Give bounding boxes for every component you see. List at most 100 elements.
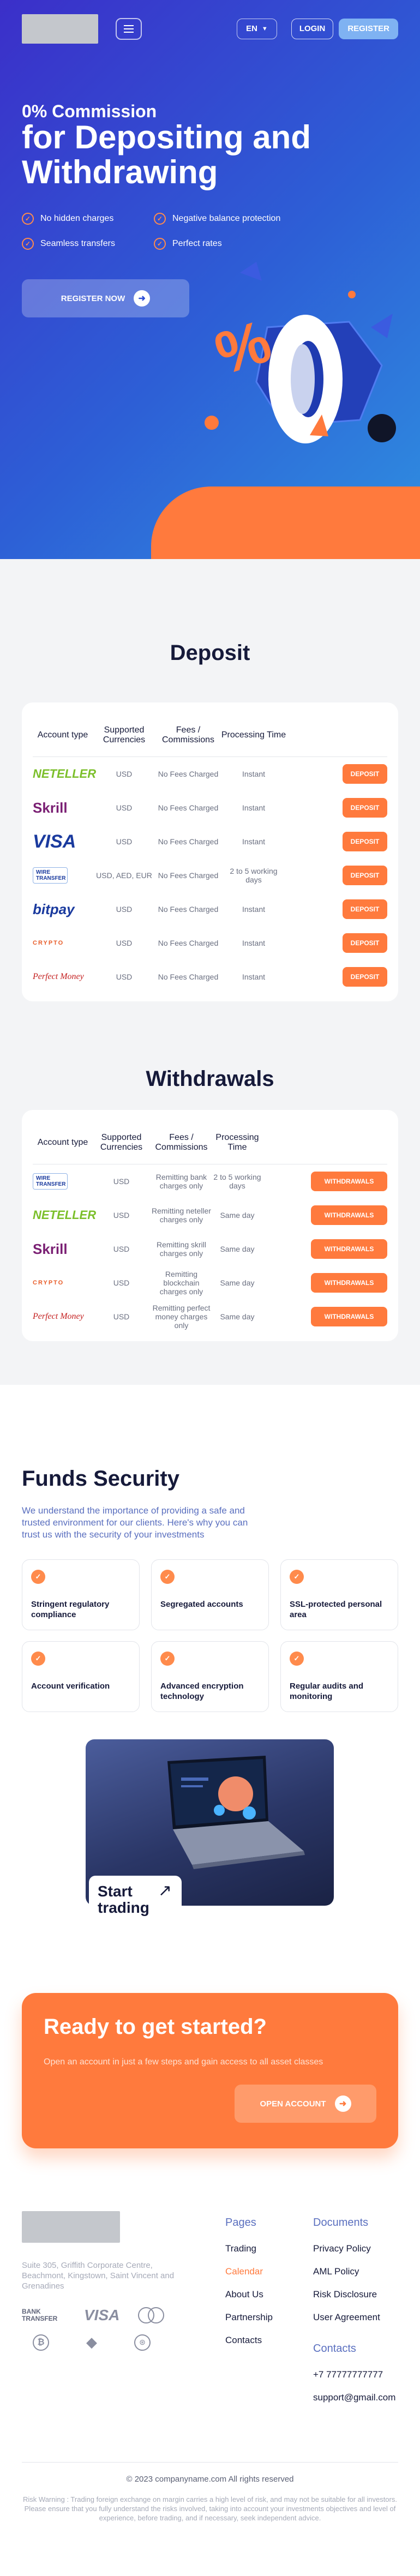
col-header: Supported Currencies [100, 1132, 143, 1152]
deposit-button[interactable]: DEPOSIT [343, 967, 387, 987]
footer-link-trading[interactable]: Trading [225, 2243, 273, 2254]
fee-cell: Remitting blockchain charges only [159, 1270, 203, 1296]
mastercard-logo [138, 2307, 165, 2323]
currency-cell: USD [113, 1211, 130, 1220]
footer-link-calendar[interactable]: Calendar [225, 2266, 273, 2277]
deposit-button[interactable]: DEPOSIT [343, 866, 387, 885]
check-icon: ✓ [154, 238, 166, 250]
security-card-label: SSL-protected personal area [290, 1600, 382, 1619]
top-navigation: EN ▼ LOGIN REGISTER [0, 0, 420, 57]
deposit-button[interactable]: DEPOSIT [343, 899, 387, 919]
currency-cell: USD [116, 939, 133, 947]
register-now-button[interactable]: REGISTER NOW ➜ [22, 279, 189, 317]
footer-link-agreement[interactable]: User Agreement [313, 2312, 395, 2323]
ready-banner: Ready to get started? Open an account in… [22, 1993, 398, 2148]
withdrawal-button[interactable]: WITHDRAWALS [311, 1239, 387, 1259]
table-header: Account type Supported Currencies Fees /… [33, 713, 387, 757]
register-button[interactable]: REGISTER [339, 18, 398, 39]
arrow-right-icon: ➜ [134, 290, 151, 307]
crypto-logo: CRYPTO [33, 940, 64, 946]
deposit-button[interactable]: DEPOSIT [343, 933, 387, 953]
withdrawal-button[interactable]: WITHDRAWALS [311, 1307, 387, 1326]
start-trading-card[interactable]: Start trading ↗ [89, 1876, 182, 1919]
time-cell: Same day [220, 1211, 255, 1220]
time-cell: 2 to 5 working days [213, 1173, 261, 1190]
table-row: NETELLER USD Remitting neteller charges on… [33, 1198, 387, 1232]
footer-link-risk[interactable]: Risk Disclosure [313, 2289, 395, 2300]
col-header: Account type [37, 1137, 88, 1147]
funds-security-section: Funds Security We understand the importa… [0, 1385, 420, 1993]
contacts-title: Contacts [313, 2343, 356, 2355]
feature-label: Seamless transfers [40, 239, 115, 248]
deposit-button[interactable]: DEPOSIT [343, 798, 387, 818]
security-card-label: Advanced encryption technology [160, 1682, 244, 1701]
security-card-label: Segregated accounts [160, 1600, 243, 1609]
security-description: We understand the importance of providin… [22, 1505, 248, 1540]
footer-logo[interactable] [22, 2211, 120, 2243]
currency-cell: USD [116, 770, 133, 778]
security-card: ✓ SSL-protected personal area [280, 1559, 398, 1630]
bitpay-logo: bitpay [33, 900, 75, 917]
col-header: Processing Time [221, 730, 286, 740]
currency-cell: USD [116, 905, 133, 914]
table-row: Perfect Money USD Remitting perfect money … [33, 1300, 387, 1334]
feature-item: ✓ Perfect rates [154, 238, 222, 250]
language-label: EN [246, 24, 257, 33]
documents-title: Documents [313, 2217, 369, 2229]
table-row: Skrill USD No Fees Charged Instant DEPOSIT [33, 791, 387, 825]
table-row: WIRE TRANSFER USD, AED, EUR No Fees Charge… [33, 858, 387, 892]
footer-link-contacts[interactable]: Contacts [225, 2335, 273, 2346]
time-cell: Instant [242, 972, 266, 981]
footer-address: Suite 305, Griffith Corporate Centre, Be… [22, 2261, 175, 2291]
footer-link-partnership[interactable]: Partnership [225, 2312, 273, 2323]
withdrawals-table: Account type Supported Currencies Fees /… [22, 1110, 398, 1341]
security-card-label: Stringent regulatory compliance [31, 1600, 110, 1619]
copyright: © 2023 companyname.com All rights reserv… [126, 2475, 294, 2484]
feature-item: ✓ Negative balance protection [154, 213, 280, 225]
col-header: Fees / Commissions [155, 1132, 208, 1152]
withdrawal-button[interactable]: WITHDRAWALS [311, 1205, 387, 1225]
fee-cell: No Fees Charged [158, 770, 219, 778]
logo-placeholder[interactable] [22, 14, 98, 44]
security-card-label: Regular audits and monitoring [290, 1682, 364, 1701]
contact-phone[interactable]: +7 77777777777 [313, 2369, 395, 2380]
security-card-label: Account verification [31, 1682, 110, 1691]
fee-cell: No Fees Charged [158, 905, 219, 914]
withdrawals-title: Withdrawals [146, 1067, 274, 1091]
menu-icon[interactable] [116, 17, 142, 40]
currency-cell: USD [113, 1177, 130, 1186]
table-row: CRYPTO USD No Fees Charged Instant DEPOSIT [33, 926, 387, 960]
contact-email[interactable]: support@gmail.com [313, 2392, 395, 2403]
feature-label: Perfect rates [172, 239, 222, 248]
time-cell: Instant [242, 803, 266, 812]
perfect-money-logo: Perfect Money [33, 1312, 84, 1321]
withdrawal-button[interactable]: WITHDRAWALS [311, 1172, 387, 1191]
login-button[interactable]: LOGIN [291, 18, 334, 39]
table-header: Account type Supported Currencies Fees /… [33, 1121, 387, 1164]
check-icon: ✓ [31, 1570, 45, 1584]
time-cell: Instant [242, 905, 266, 914]
fee-cell: Remitting skrill charges only [156, 1240, 206, 1258]
withdrawal-button[interactable]: WITHDRAWALS [311, 1273, 387, 1293]
arrow-up-right-icon: ↗ [158, 1882, 172, 1900]
footer-link-privacy[interactable]: Privacy Policy [313, 2243, 395, 2254]
table-row: NETELLER USD No Fees Charged Instant DEPOSIT [33, 757, 387, 791]
feature-item: ✓ Seamless transfers [22, 238, 115, 250]
col-header: Supported Currencies [103, 725, 146, 744]
deposit-title: Deposit [170, 641, 250, 665]
footer-link-about[interactable]: About Us [225, 2289, 273, 2300]
language-select[interactable]: EN ▼ [237, 18, 277, 39]
neteller-logo: NETELLER [33, 1208, 97, 1222]
footer-link-aml[interactable]: AML Policy [313, 2266, 395, 2277]
currency-cell: USD [113, 1312, 130, 1321]
time-cell: Same day [220, 1312, 255, 1321]
bank-transfer-logo: BANK TRANSFER [22, 2308, 58, 2322]
table-row: WIRE TRANSFER USD Remitting bank charges o… [33, 1164, 387, 1198]
deposit-button[interactable]: DEPOSIT [343, 764, 387, 784]
decorative-shape [151, 487, 420, 559]
open-account-button[interactable]: OPEN ACCOUNT ➜ [235, 2085, 376, 2123]
skrill-logo: Skrill [33, 799, 68, 816]
currency-cell: USD [113, 1245, 130, 1253]
ready-title: Ready to get started? [44, 2015, 267, 2039]
deposit-button[interactable]: DEPOSIT [343, 832, 387, 851]
